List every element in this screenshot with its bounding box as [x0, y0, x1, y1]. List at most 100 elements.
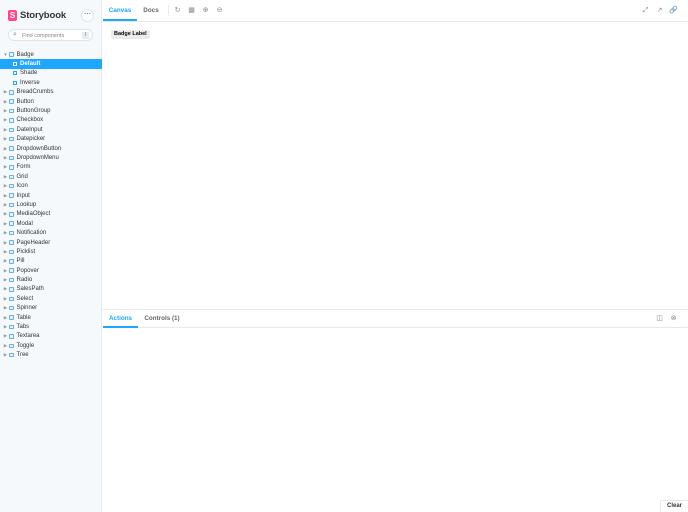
tree-item-notification[interactable]: ▶ Notification	[0, 228, 102, 237]
reset-zoom-icon[interactable]: ⊖	[215, 6, 224, 15]
tree-item-label: Datepicker	[16, 136, 46, 143]
tree-item-form[interactable]: ▶ Form	[0, 163, 102, 172]
component-icon	[9, 212, 14, 217]
component-icon	[9, 334, 14, 339]
clear-button[interactable]: Clear	[660, 500, 688, 512]
chevron-right-icon: ▶	[3, 286, 8, 292]
tree-item-label: DateInput	[16, 126, 43, 133]
tree-item-select[interactable]: ▶ Select	[0, 294, 102, 303]
story-icon	[13, 71, 17, 76]
tree-item-label: DropdownMenu	[16, 154, 59, 161]
tree-item-mediaobject[interactable]: ▶ MediaObject	[0, 210, 102, 219]
tree-item-label: Pill	[16, 258, 25, 265]
tree-item-badge[interactable]: ▼ Badge	[0, 50, 102, 59]
component-icon	[9, 52, 14, 57]
tree-item-breadcrumbs[interactable]: ▶ BreadCrumbs	[0, 88, 102, 97]
tree-item-picklist[interactable]: ▶ Picklist	[0, 247, 102, 256]
chevron-right-icon: ▶	[3, 239, 8, 245]
tree-item-dateinput[interactable]: ▶ DateInput	[0, 125, 102, 134]
menu-button[interactable]: ⋯	[81, 9, 94, 22]
zoom-icon[interactable]: ⊕	[201, 6, 210, 15]
tree-item-label: Grid	[16, 173, 28, 180]
tree-item-popover[interactable]: ▶ Popover	[0, 266, 102, 275]
tree-item-tree[interactable]: ▶ Tree	[0, 351, 102, 360]
tree-item-radio[interactable]: ▶ Radio	[0, 275, 102, 284]
story-item-default[interactable]: Default	[0, 59, 102, 69]
panel-tabs: Actions Controls (1) ◫ ⊗	[103, 310, 688, 328]
component-icon	[9, 118, 14, 123]
tree-item-modal[interactable]: ▶ Modal	[0, 219, 102, 228]
story-item-inverse[interactable]: Inverse	[0, 78, 102, 87]
tree-item-toggle[interactable]: ▶ Toggle	[0, 341, 102, 350]
component-icon	[9, 221, 14, 226]
chevron-right-icon: ▶	[3, 192, 8, 198]
story-item-label: Shade	[20, 70, 38, 77]
tree-item-label: DropdownButton	[16, 145, 62, 152]
preview-canvas: Badge Label	[103, 22, 688, 309]
addons-panel: Actions Controls (1) ◫ ⊗ Clear	[103, 309, 688, 512]
chevron-down-icon: ▼	[3, 52, 8, 58]
search-box[interactable]: ⌕ /	[8, 29, 93, 41]
tree-item-pill[interactable]: ▶ Pill	[0, 257, 102, 266]
component-icon	[9, 202, 14, 208]
tree-item-dropdownbutton[interactable]: ▶ DropdownButton	[0, 144, 102, 153]
component-icon	[9, 268, 14, 273]
tree-item-tabs[interactable]: ▶ Tabs	[0, 322, 102, 331]
tree-item-datepicker[interactable]: ▶ Datepicker	[0, 135, 102, 144]
tree-item-label: Select	[16, 295, 34, 302]
tree-item-icon[interactable]: ▶ Icon	[0, 181, 102, 190]
tree-item-input[interactable]: ▶ Input	[0, 191, 102, 200]
search-input[interactable]	[22, 31, 82, 40]
brand[interactable]: S Storybook	[8, 9, 66, 22]
component-tree: ▼ Badge Default Shade Inverse ▶ BreadCrum…	[0, 50, 102, 360]
tree-item-table[interactable]: ▶ Table	[0, 313, 102, 322]
component-icon	[9, 136, 14, 142]
tree-item-label: Tree	[16, 352, 29, 359]
panel-orientation-icon[interactable]: ◫	[655, 314, 664, 323]
component-icon	[9, 343, 14, 349]
copy-link-icon[interactable]: 🔗	[669, 6, 678, 15]
close-panel-icon[interactable]: ⊗	[669, 314, 678, 323]
tree-item-dropdownmenu[interactable]: ▶ DropdownMenu	[0, 153, 102, 162]
tab-actions[interactable]: Actions	[103, 310, 138, 328]
brand-title: Storybook	[20, 10, 67, 21]
component-icon	[9, 305, 14, 311]
tree-item-lookup[interactable]: ▶ Lookup	[0, 200, 102, 209]
component-icon	[9, 240, 14, 245]
tree-item-button[interactable]: ▶ Button	[0, 97, 102, 106]
tree-item-label: PageHeader	[16, 239, 51, 246]
chevron-right-icon: ▶	[3, 183, 8, 189]
tree-item-label: Input	[16, 192, 30, 199]
chevron-right-icon: ▶	[3, 277, 8, 283]
grid-icon[interactable]: ▦	[187, 6, 196, 15]
tree-item-salespath[interactable]: ▶ SalesPath	[0, 285, 102, 294]
toolbar: Canvas Docs ↻ ▦ ⊕ ⊖ ⤢ ↗ 🔗	[103, 0, 688, 22]
tree-item-pageheader[interactable]: ▶ PageHeader	[0, 238, 102, 247]
tab-docs[interactable]: Docs	[137, 0, 165, 21]
chevron-right-icon: ▶	[3, 145, 8, 151]
component-icon	[9, 352, 14, 358]
open-new-tab-icon[interactable]: ↗	[655, 6, 664, 15]
component-icon	[9, 249, 14, 255]
tree-item-buttongroup[interactable]: ▶ ButtonGroup	[0, 106, 102, 115]
component-icon	[9, 165, 14, 170]
tree-item-spinner[interactable]: ▶ Spinner	[0, 304, 102, 313]
tab-canvas[interactable]: Canvas	[103, 0, 137, 21]
search-icon: ⌕	[13, 31, 17, 38]
story-item-shade[interactable]: Shade	[0, 69, 102, 78]
tree-item-textarea[interactable]: ▶ Textarea	[0, 332, 102, 341]
tree-item-checkbox[interactable]: ▶ Checkbox	[0, 116, 102, 125]
tree-item-grid[interactable]: ▶ Grid	[0, 172, 102, 181]
tree-item-label: MediaObject	[16, 211, 51, 218]
component-icon	[9, 146, 14, 151]
tree-item-label: Table	[16, 314, 31, 321]
tree-item-label: Popover	[16, 267, 39, 274]
chevron-right-icon: ▶	[3, 98, 8, 104]
reload-icon[interactable]: ↻	[173, 6, 182, 15]
component-icon	[9, 193, 14, 198]
chevron-right-icon: ▶	[3, 117, 8, 123]
fullscreen-icon[interactable]: ⤢	[641, 6, 650, 15]
chevron-right-icon: ▶	[3, 211, 8, 217]
tree-item-label: Picklist	[16, 248, 36, 255]
tab-controls[interactable]: Controls (1)	[141, 310, 183, 328]
